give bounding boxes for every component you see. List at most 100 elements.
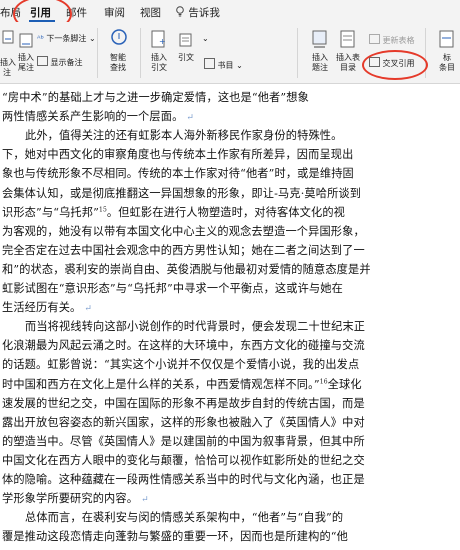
line-text: 识形态”与“乌托邦” xyxy=(2,205,99,219)
insert-table-of-figures-button[interactable]: 插入表 目录 xyxy=(334,53,362,73)
update-table-label: 更新表格 xyxy=(382,36,415,45)
insert-caption-icon xyxy=(312,30,327,48)
insert-caption-button[interactable]: 插入 题注 xyxy=(307,53,333,73)
ribbon-separator xyxy=(97,28,98,78)
insert-citation-icon: + xyxy=(151,30,166,48)
document-line: 虹影试图在“意识形态”与“乌托邦”中寻求一个平衡点，这或许与她在 xyxy=(2,280,343,296)
line-text: 两性情感关系产生影响的一个层面。 xyxy=(2,110,184,124)
document-line: 象也与传统形象不尽相同。传统的本土作家对待“他者”时，或是维持固 xyxy=(2,165,354,181)
line-text: 而当将视线转向这部小说创作的时代背景时，便会发现二十世纪末正 xyxy=(25,320,366,334)
insert-endnote-label: 插入 尾注 xyxy=(18,53,34,72)
show-notes-button[interactable]: 显示备注 xyxy=(37,56,83,68)
tab-view[interactable]: 视图 xyxy=(140,5,161,20)
line-text: 为客观的，她没有以带有本国文化中心主义的观念去塑造一个异国形象， xyxy=(2,224,365,238)
insert-citation-button[interactable]: 插入 引文 xyxy=(146,53,172,73)
next-footnote-button[interactable]: ᴬᵇ 下一条脚注 ⌄ xyxy=(37,34,96,44)
ribbon-separator xyxy=(140,28,141,78)
next-footnote-label: 下一条脚注 xyxy=(46,34,87,43)
chevron-down-icon: ⌄ xyxy=(202,34,209,43)
line-text: 时中国和西方在文化上是什么样的关系，中西爱情观怎样不同。” xyxy=(2,377,320,391)
document-line: 露出开放包容姿态的新兴国家，这样的形象也被融入了《英国情人》中对 xyxy=(2,414,365,430)
line-text: 和”的状态，裘利安的崇尚自由、英俊洒脱与他最初对爱情的随意态度是并 xyxy=(2,262,371,276)
smart-lookup-icon xyxy=(111,29,127,45)
tell-me-label: 告诉我 xyxy=(188,7,220,19)
line-text: 此外，值得关注的还有虹影本人海外新移民作家身份的特殊性。 xyxy=(25,129,343,143)
tell-me-box[interactable]: 告诉我 xyxy=(175,5,220,20)
line-text-continued: 全球化 xyxy=(327,377,362,391)
paragraph-mark-icon: ↵ xyxy=(81,304,93,315)
mark-entry-icon xyxy=(439,30,454,48)
lightbulb-icon xyxy=(176,6,184,17)
line-text: 化浪潮最为风起云涌之时。在这样的大环境中，东西方文化的碰撞与交流 xyxy=(2,339,365,353)
document-line: 和”的状态，裘利安的崇尚自由、英俊洒脱与他最初对爱情的随意态度是并 xyxy=(2,261,371,277)
document-line: 的话题。虹影曾说：“其实这个小说并不仅仅是个爱情小说，我的出发点 xyxy=(2,356,359,372)
line-text-continued: 。但虹影在进行人物塑造时，对待客体文化的视 xyxy=(106,205,346,219)
document-line: 为客观的，她没有以带有本国文化中心主义的观念去塑造一个异国形象， xyxy=(2,223,365,239)
citation-style-dropdown[interactable]: ⌄ xyxy=(202,34,209,44)
document-line: 中国文化在西方人眼中的变化与颠覆，恰恰可以视作虹影所处的世纪之交 xyxy=(2,452,365,468)
line-text: 下，她对中西文化的审察角度也与传统本土作家有所差异，因而呈现出 xyxy=(2,148,354,162)
smart-lookup-label: 智能 查找 xyxy=(110,53,126,72)
line-text: 完全否定在过去中国社会观念中的西方男性认知；她在二者之间达到了一 xyxy=(2,243,365,257)
document-line: 体的隐喻。这种蕴藏在一段两性情感关系当中的时代与文化內涵，也正是 xyxy=(2,471,365,487)
insert-footnote-icon xyxy=(2,30,14,44)
show-notes-icon xyxy=(37,56,48,66)
svg-text:+: + xyxy=(159,37,166,46)
line-text: 会集体认知，或是彻底推翻这一异国想象的形象，即让-马克·莫哈所谈到 xyxy=(2,186,362,200)
insert-endnote-button[interactable]: 插入 尾注 xyxy=(17,53,35,73)
chevron-down-icon: ⌄ xyxy=(88,34,96,43)
citation-style-icon xyxy=(179,33,192,47)
document-line: 完全否定在过去中国社会观念中的西方男性认知；她在二者之间达到了一 xyxy=(2,242,365,258)
line-text: 学形象学所要研究的内容。 xyxy=(2,492,139,506)
document-line: 会集体认知，或是彻底推翻这一异国想象的形象，即让-马克·莫哈所谈到 xyxy=(2,185,361,201)
citation-button[interactable]: 引文 xyxy=(177,53,195,63)
smart-lookup-button[interactable]: 智能 查找 xyxy=(104,53,132,73)
document-line: 两性情感关系产生影响的一个层面。 ↵ xyxy=(2,108,194,124)
insert-footnote-label: 插入 注 xyxy=(0,58,16,77)
insert-table-of-figures-icon xyxy=(340,30,355,48)
line-text: 中国文化在西方人眼中的变化与颠覆，恰恰可以视作虹影所处的世纪之交 xyxy=(2,453,365,467)
document-line: 学形象学所要研究的内容。 ↵ xyxy=(2,490,149,506)
mark-entry-button[interactable]: 标 条目 xyxy=(437,53,457,73)
bibliography-icon xyxy=(204,58,215,69)
document-line: 化浪潮最为风起云涌之时。在这样的大环境中，东西方文化的碰撞与交流 xyxy=(2,337,365,353)
next-footnote-icon: ᴬᵇ xyxy=(37,34,44,43)
footnote-reference[interactable]: 15 xyxy=(99,206,107,213)
document-line: 时中国和西方在文化上是什么样的关系，中西爱情观怎样不同。”16全球化 xyxy=(2,376,362,392)
update-table-button[interactable]: 更新表格 xyxy=(369,34,415,46)
paragraph-mark-icon: ↵ xyxy=(138,495,149,506)
line-text: 速发展的世纪之交，中国在国际的形象不再是故步自封的传统古国，而是 xyxy=(2,396,365,410)
tab-review[interactable]: 审阅 xyxy=(104,5,125,20)
line-text: 生活经历有关。 xyxy=(2,301,82,315)
bibliography-button[interactable]: 书目 ⌄ xyxy=(204,58,243,71)
insert-footnote-button[interactable]: 插入 注 xyxy=(0,58,16,78)
red-annotation-circle-cross-reference xyxy=(362,50,428,80)
update-table-icon xyxy=(369,34,380,44)
bibliography-label: 书目 xyxy=(217,61,234,70)
document-line: 此外，值得关注的还有虹影本人海外新移民作家身份的特殊性。 xyxy=(25,127,342,143)
document-line: 总体而言，在裘利安与闵的情感关系架构中，“他者”与“自我”的 xyxy=(25,509,343,525)
footnote-reference[interactable]: 16 xyxy=(320,378,328,385)
paragraph-mark-icon: ↵ xyxy=(183,113,195,124)
insert-citation-label: 插入 引文 xyxy=(151,53,167,72)
citation-label: 引文 xyxy=(178,53,194,62)
mark-entry-label: 标 条目 xyxy=(439,53,455,72)
line-text: 露出开放包容姿态的新兴国家，这样的形象也被融入了《英国情人》中对 xyxy=(2,415,365,429)
line-text: 总体而言，在裘利安与闵的情感关系架构中，“他者”与“自我”的 xyxy=(25,511,344,525)
document-line: 速发展的世纪之交，中国在国际的形象不再是故步自封的传统古国，而是 xyxy=(2,395,365,411)
document-line: 识形态”与“乌托邦”15。但虹影在进行人物塑造时，对待客体文化的视 xyxy=(2,204,345,220)
line-text: 象也与传统形象不尽相同。传统的本土作家对待“他者”时，或是维持固 xyxy=(2,167,354,181)
document-line: “房中术”的基础上才与之进一步确定爱情，这也是“他者”想象 xyxy=(2,89,309,105)
document-line: 而当将视线转向这部小说创作的时代背景时，便会发现二十世纪末正 xyxy=(25,318,365,334)
ribbon-separator xyxy=(297,28,298,78)
line-text: 的话题。虹影曾说：“其实这个小说并不仅仅是个爱情小说，我的出发点 xyxy=(2,358,360,372)
line-text: 覆是推动这段恋情走向蓬勃与繁盛的重要一环，因而也是所建构的“他 xyxy=(2,530,348,544)
insert-caption-label: 插入 题注 xyxy=(312,53,328,72)
document-page[interactable]: “房中术”的基础上才与之进一步确定爱情，这也是“他者”想象 两性情感关系产生影响的… xyxy=(0,84,460,550)
line-text: “房中术”的基础上才与之进一步确定爱情，这也是“他者”想象 xyxy=(2,91,309,104)
insert-table-of-figures-label: 插入表 目录 xyxy=(336,53,360,72)
chevron-down-icon: ⌄ xyxy=(236,61,243,70)
insert-endnote-icon xyxy=(19,33,33,48)
document-line: 的塑造当中。尽管《英国情人》是以建国前的中国为叙事背景，但其中所 xyxy=(2,433,365,449)
line-text: 虹影试图在“意识形态”与“乌托邦”中寻求一个平衡点，这或许与她在 xyxy=(2,282,343,295)
